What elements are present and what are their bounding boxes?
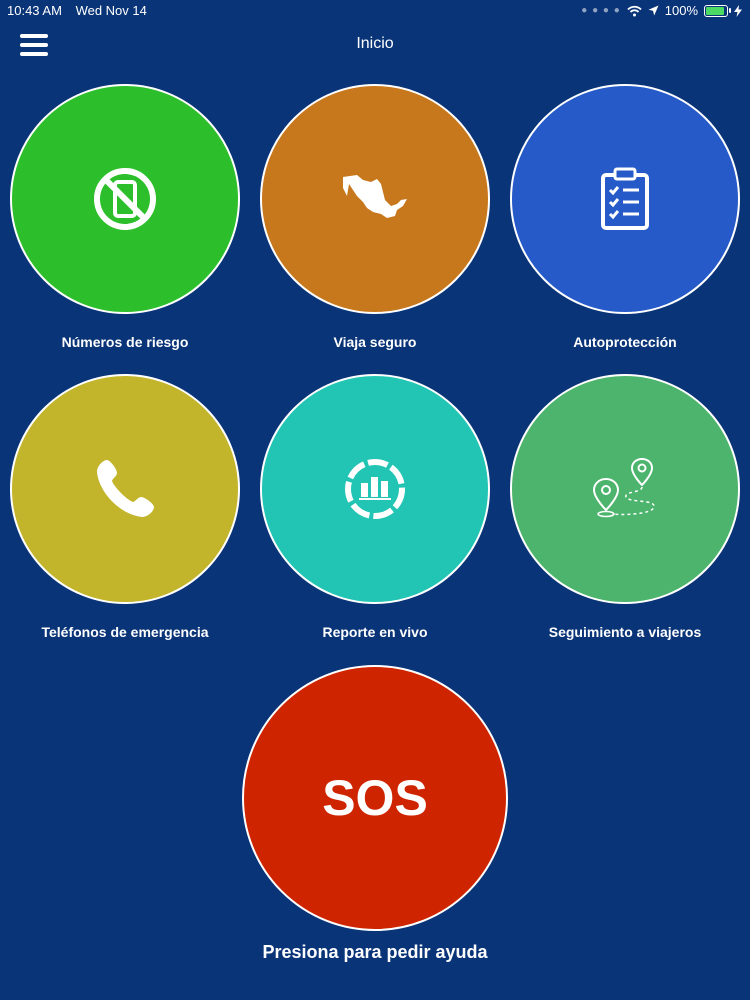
tile-telefonos-de-emergencia[interactable]: Teléfonos de emergencia — [10, 374, 240, 640]
tile-circle[interactable] — [510, 84, 740, 314]
no-phone-icon — [94, 168, 156, 230]
tile-reporte-en-vivo[interactable]: Reporte en vivo — [260, 374, 490, 640]
sos-button[interactable]: SOS — [242, 665, 508, 931]
tile-circle[interactable] — [260, 84, 490, 314]
battery-percent: 100% — [664, 3, 698, 18]
mexico-map-icon — [343, 175, 407, 218]
tile-label: Teléfonos de emergencia — [41, 624, 209, 640]
battery-level — [706, 6, 724, 15]
sos-caption: Presiona para pedir ayuda — [262, 942, 488, 962]
tile-circle[interactable] — [10, 84, 240, 314]
status-bar: 10:43 AM Wed Nov 14 ● ● ● ● 100% — [0, 0, 750, 22]
tile-autoproteccion[interactable]: Autoprotección — [510, 84, 740, 350]
tile-seguimiento-a-viajeros[interactable]: Seguimiento a viajeros — [510, 374, 740, 640]
clipboard-checklist-icon — [601, 167, 649, 230]
live-report-chart-icon — [345, 459, 405, 519]
tile-label: Números de riesgo — [61, 334, 189, 350]
tile-viaja-seguro[interactable]: Viaja seguro — [260, 84, 490, 350]
wifi-icon — [627, 5, 642, 16]
location-arrow-icon — [648, 5, 659, 16]
tile-label: Reporte en vivo — [322, 624, 428, 640]
tile-label: Autoprotección — [573, 334, 677, 350]
charging-bolt-icon — [734, 4, 742, 17]
status-time: 10:43 AM — [7, 3, 62, 18]
tile-label: Seguimiento a viajeros — [548, 624, 702, 640]
tile-circle[interactable] — [260, 374, 490, 604]
tile-numeros-de-riesgo[interactable]: Números de riesgo — [10, 84, 240, 350]
battery-icon — [704, 4, 731, 17]
page-title: Inicio — [356, 35, 394, 52]
tile-label: Viaja seguro — [333, 334, 417, 350]
route-pins-icon — [592, 457, 655, 518]
status-date: Wed Nov 14 — [75, 3, 147, 18]
nav-bar: Inicio — [0, 22, 750, 68]
signal-dots-icon: ● ● ● ● — [581, 5, 621, 16]
sos-circle[interactable]: SOS — [242, 665, 508, 931]
tile-circle[interactable] — [510, 374, 740, 604]
tile-circle[interactable] — [10, 374, 240, 604]
phone-icon — [97, 460, 154, 517]
